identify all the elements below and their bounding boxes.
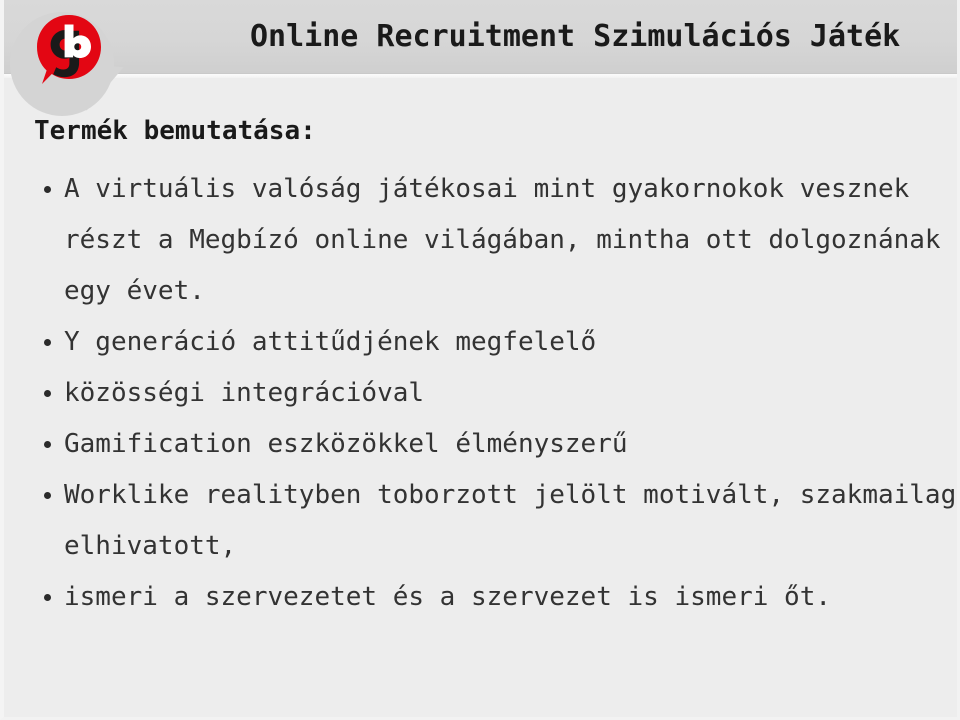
bullet-dot-icon [44,390,51,397]
bullet-dot-icon [44,339,51,346]
slide: Online Recruitment Szimulációs Játék Ter… [0,0,960,720]
bullet-dot-icon [44,186,51,193]
list-item: ismeri a szervezetet és a szervezet is i… [34,572,957,623]
list-item-label: Y generáció attitűdjének megfelelő [64,327,597,357]
list-item: Gamification eszközökkel élményszerű [34,419,957,470]
list-item-label: A virtuális valóság játékosai mint gyako… [64,174,957,306]
bullet-dot-icon [44,441,51,448]
list-item: Worklike realityben toborzott jelölt mot… [34,470,957,572]
bullet-dot-icon [44,492,51,499]
gb-logo-icon [35,14,103,86]
section-heading: Termék bemutatása: [34,116,316,146]
list-item: közösségi integrációval [34,368,957,419]
list-item-label: Worklike realityben toborzott jelölt mot… [64,480,957,561]
bullet-list: A virtuális valóság játékosai mint gyako… [4,164,957,623]
list-item-label: közösségi integrációval [64,378,425,408]
list-item-label: ismeri a szervezetet és a szervezet is i… [64,582,832,612]
list-item: Y generáció attitűdjének megfelelő [34,317,957,368]
page-title: Online Recruitment Szimulációs Játék [250,19,901,54]
bullet-dot-icon [44,594,51,601]
list-item-label: Gamification eszközökkel élményszerű [64,429,628,459]
slide-content: Termék bemutatása: A virtuális valóság j… [4,112,957,623]
list-item: A virtuális valóság játékosai mint gyako… [34,164,957,317]
header-sheen-divider [4,74,957,78]
